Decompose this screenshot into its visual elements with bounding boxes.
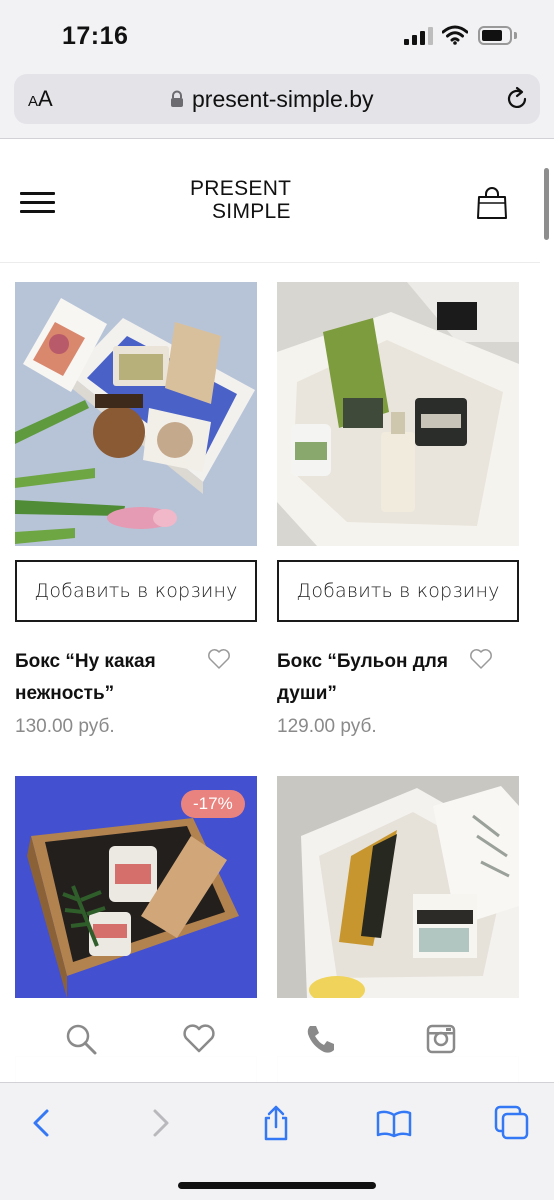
hamburger-menu-icon[interactable] bbox=[20, 192, 55, 214]
add-to-cart-button[interactable]: Добавить в корзину bbox=[15, 560, 257, 622]
logo-line-2: SIMPLE bbox=[212, 200, 291, 223]
tabs-icon[interactable] bbox=[494, 1105, 530, 1141]
home-indicator[interactable] bbox=[178, 1182, 376, 1189]
product-name[interactable]: Бокс “Ну какая нежность” bbox=[15, 646, 205, 710]
product-price: 130.00 руб. bbox=[15, 716, 115, 737]
status-time: 17:16 bbox=[62, 22, 129, 50]
wishlist-heart-icon[interactable] bbox=[469, 648, 493, 670]
product-image[interactable] bbox=[15, 282, 257, 546]
cellular-signal-icon bbox=[404, 27, 434, 45]
text-size-button[interactable]: AA bbox=[28, 86, 53, 112]
shopping-bag-icon[interactable] bbox=[476, 186, 508, 220]
battery-tip bbox=[514, 32, 517, 39]
wifi-icon bbox=[442, 25, 468, 45]
url-text[interactable]: present-simple.by bbox=[192, 86, 374, 113]
product-price: 129.00 руб. bbox=[277, 716, 377, 737]
wishlist-heart-icon[interactable] bbox=[207, 648, 231, 670]
add-to-cart-button[interactable]: Добавить в корзину bbox=[277, 560, 519, 622]
bookmarks-icon[interactable] bbox=[376, 1105, 412, 1141]
back-icon[interactable] bbox=[24, 1105, 60, 1141]
battery-icon bbox=[478, 26, 512, 45]
phone-icon[interactable] bbox=[304, 1022, 338, 1056]
forward-icon[interactable] bbox=[142, 1105, 178, 1141]
site-bottom-bar bbox=[0, 998, 540, 1082]
share-icon[interactable] bbox=[258, 1105, 294, 1141]
site-logo[interactable]: PRESENT SIMPLE bbox=[190, 177, 310, 223]
reload-icon[interactable] bbox=[504, 86, 530, 112]
instagram-icon[interactable] bbox=[424, 1022, 458, 1056]
page-scrollbar[interactable] bbox=[544, 168, 549, 240]
product-image[interactable] bbox=[277, 282, 519, 546]
browser-address-bar: AA present-simple.by bbox=[0, 72, 554, 139]
lock-icon bbox=[170, 90, 184, 108]
search-icon[interactable] bbox=[64, 1022, 98, 1056]
product-name[interactable]: Бокс “Бульон для души” bbox=[277, 646, 467, 710]
status-bar: 17:16 bbox=[0, 0, 554, 72]
heart-icon[interactable] bbox=[182, 1022, 216, 1056]
url-field[interactable]: AA present-simple.by bbox=[14, 74, 540, 124]
product-image[interactable]: -17% bbox=[15, 776, 257, 998]
logo-line-1: PRESENT bbox=[190, 177, 292, 200]
site-header: PRESENT SIMPLE bbox=[0, 140, 540, 263]
product-image[interactable] bbox=[277, 776, 519, 998]
discount-badge: -17% bbox=[181, 790, 245, 818]
